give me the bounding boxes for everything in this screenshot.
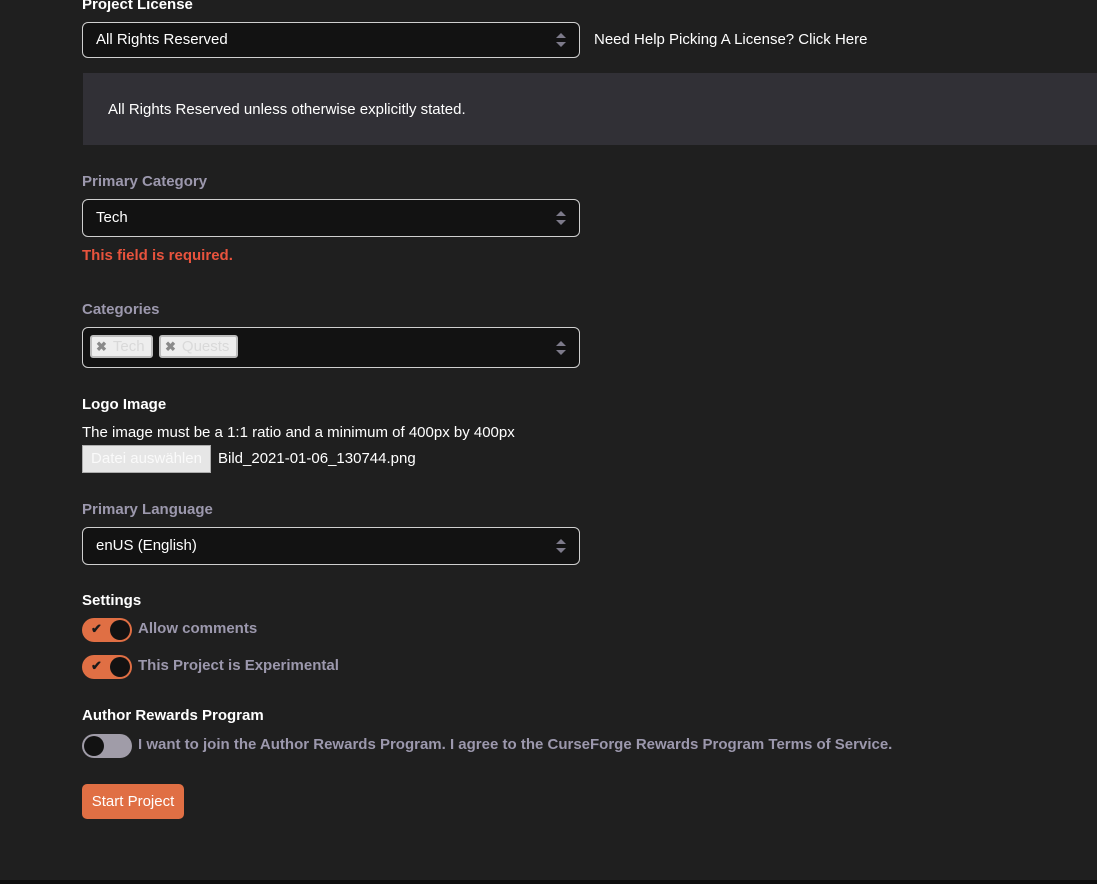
author-rewards-terms-label: I want to join the Author Rewards Progra… [138,736,893,753]
primary-category-label: Primary Category [82,173,208,190]
project-license-value: All Rights Reserved [96,31,228,48]
select-arrows-icon [556,211,566,225]
start-project-button[interactable]: Start Project [82,784,184,819]
category-tag-tech: ✖ Tech [90,335,153,358]
selected-file-name: Bild_2021-01-06_130744.png [218,450,416,467]
choose-file-button[interactable]: Datei auswählen [82,445,211,473]
license-description-text: All Rights Reserved unless otherwise exp… [108,101,466,118]
project-license-label: Project License [82,0,193,13]
check-icon: ✔ [91,621,102,636]
settings-label: Settings [82,592,142,609]
experimental-toggle[interactable]: ✔ [82,655,132,679]
license-description-box: All Rights Reserved unless otherwise exp… [83,73,1097,145]
primary-category-value: Tech [96,209,128,226]
author-rewards-toggle[interactable] [82,734,132,758]
select-arrows-icon [556,539,566,553]
categories-multiselect[interactable]: ✖ Tech ✖ Quests [82,327,580,368]
select-arrows-icon [556,33,566,47]
check-icon: ✔ [91,658,102,673]
experimental-label: This Project is Experimental [138,657,339,674]
author-rewards-label: Author Rewards Program [82,707,264,724]
toggle-knob [84,736,104,756]
license-help-link[interactable]: Need Help Picking A License? Click Here [594,31,867,48]
primary-language-value: enUS (English) [96,537,197,554]
select-arrows-icon [556,340,566,355]
primary-category-error: This field is required. [82,247,233,264]
category-tag-label: Tech [112,338,145,355]
primary-language-select[interactable]: enUS (English) [82,527,580,565]
categories-label: Categories [82,301,160,318]
allow-comments-label: Allow comments [138,620,258,637]
page-bottom-border [0,880,1097,884]
allow-comments-toggle[interactable]: ✔ [82,618,132,642]
toggle-knob [110,620,130,640]
primary-category-select[interactable]: Tech [82,199,580,237]
logo-image-hint: The image must be a 1:1 ratio and a mini… [82,424,515,441]
remove-tag-icon[interactable]: ✖ [96,339,107,354]
remove-tag-icon[interactable]: ✖ [165,339,176,354]
category-tag-quests: ✖ Quests [159,335,238,358]
primary-language-label: Primary Language [82,501,213,518]
logo-image-label: Logo Image [82,396,167,413]
toggle-knob [110,657,130,677]
project-license-select[interactable]: All Rights Reserved [82,22,580,58]
category-tag-label: Quests [181,338,230,355]
